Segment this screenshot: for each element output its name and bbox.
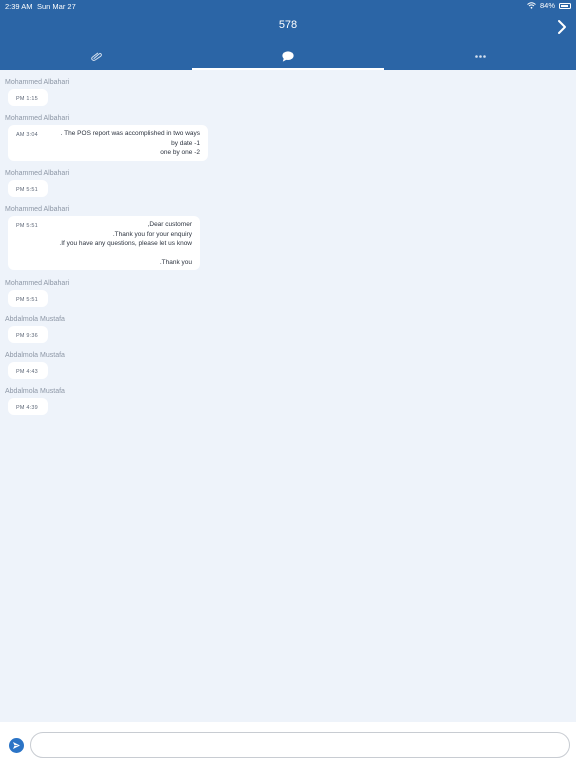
message-sender: Abdalmola Mustafa bbox=[5, 388, 65, 395]
message-bubble[interactable]: PM 5:51 ,Dear customer .Thank you for yo… bbox=[8, 216, 200, 270]
battery-level bbox=[561, 4, 568, 7]
status-date: Sun Mar 27 bbox=[37, 2, 76, 11]
message-time: AM 3:04 bbox=[16, 132, 38, 138]
message-item: Mohammed Albahari PM 5:51 ,Dear customer… bbox=[5, 206, 200, 270]
message-sender: Mohammed Albahari bbox=[5, 115, 70, 122]
message-time: PM 4:43 bbox=[16, 369, 38, 375]
tab-attachments[interactable] bbox=[0, 42, 192, 70]
message-item: Mohammed Albahari PM 5:51 bbox=[5, 280, 69, 307]
battery-icon bbox=[559, 2, 571, 9]
message-sender: Mohammed Albahari bbox=[5, 280, 70, 287]
message-item: Mohammed Albahari AM 3:04 . The POS repo… bbox=[5, 115, 208, 161]
status-bar: 2:39 AM Sun Mar 27 84% bbox=[0, 0, 576, 12]
conversation-title: 578 bbox=[278, 19, 298, 31]
message-bubble[interactable]: PM 1:15 bbox=[8, 89, 48, 106]
message-sender: Abdalmola Mustafa bbox=[5, 352, 65, 359]
message-bubble[interactable]: PM 9:36 bbox=[8, 326, 48, 343]
message-bubble[interactable]: AM 3:04 . The POS report was accomplishe… bbox=[8, 125, 208, 161]
tab-bar bbox=[0, 42, 576, 70]
wifi-icon bbox=[527, 2, 536, 9]
chat-bubble-icon bbox=[282, 50, 294, 62]
message-text: . The POS report was accomplished in two… bbox=[60, 130, 200, 156]
message-list[interactable]: Mohammed Albahari PM 1:15 Mohammed Albah… bbox=[0, 70, 576, 722]
message-time: PM 5:51 bbox=[16, 297, 38, 303]
message-time: PM 1:15 bbox=[16, 96, 38, 102]
paperclip-icon bbox=[90, 52, 102, 61]
message-sender: Mohammed Albahari bbox=[5, 79, 70, 86]
status-time: 2:39 AM bbox=[5, 2, 33, 11]
tab-more[interactable] bbox=[384, 42, 576, 70]
more-dots-icon bbox=[474, 54, 486, 58]
send-button[interactable] bbox=[9, 738, 24, 753]
message-sender: Mohammed Albahari bbox=[5, 206, 70, 213]
message-time: PM 5:51 bbox=[16, 187, 38, 193]
app-header: 2:39 AM Sun Mar 27 84% 578 bbox=[0, 0, 576, 70]
message-item: Mohammed Albahari PM 5:51 bbox=[5, 170, 69, 197]
message-composer bbox=[0, 722, 576, 768]
message-bubble[interactable]: PM 4:43 bbox=[8, 362, 48, 379]
chevron-right-icon[interactable] bbox=[556, 19, 568, 35]
message-item: Abdalmola Mustafa PM 4:39 bbox=[5, 388, 65, 415]
status-right: 84% bbox=[527, 1, 571, 10]
message-bubble[interactable]: PM 4:39 bbox=[8, 398, 48, 415]
message-item: Abdalmola Mustafa PM 9:36 bbox=[5, 316, 65, 343]
tab-chat[interactable] bbox=[192, 42, 384, 70]
message-input[interactable] bbox=[30, 732, 570, 758]
message-item: Mohammed Albahari PM 1:15 bbox=[5, 79, 69, 106]
send-icon bbox=[13, 742, 20, 749]
message-time: PM 5:51 bbox=[16, 223, 38, 229]
message-bubble[interactable]: PM 5:51 bbox=[8, 290, 48, 307]
message-item: Abdalmola Mustafa PM 4:43 bbox=[5, 352, 65, 379]
message-text: ,Dear customer .Thank you for your enqui… bbox=[59, 221, 192, 266]
battery-percent: 84% bbox=[539, 1, 555, 10]
message-sender: Abdalmola Mustafa bbox=[5, 316, 65, 323]
message-time: PM 4:39 bbox=[16, 405, 38, 411]
message-time: PM 9:36 bbox=[16, 333, 38, 339]
message-bubble[interactable]: PM 5:51 bbox=[8, 180, 48, 197]
message-sender: Mohammed Albahari bbox=[5, 170, 70, 177]
